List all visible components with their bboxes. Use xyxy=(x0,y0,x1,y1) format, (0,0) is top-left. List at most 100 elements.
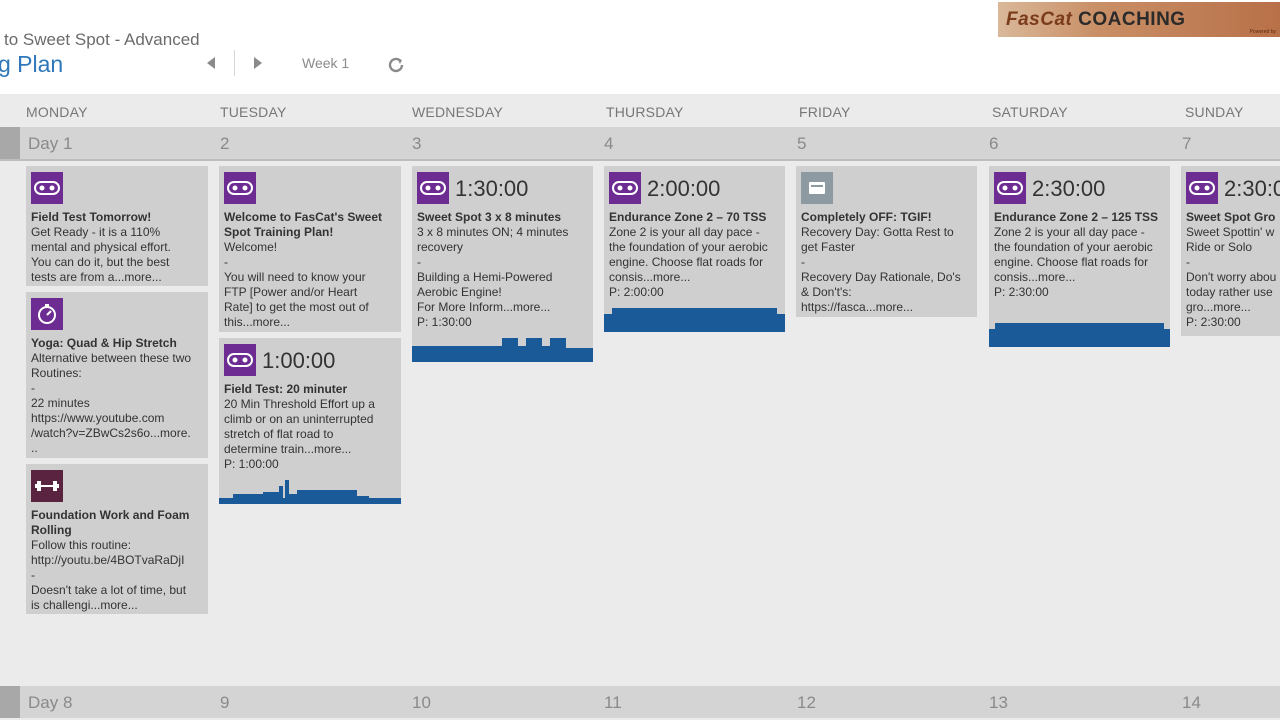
week-2-tab[interactable] xyxy=(0,686,20,718)
profile-bar xyxy=(550,338,566,362)
workout-line: the foundation of your aerobic xyxy=(994,240,1153,254)
profile-bar xyxy=(526,338,542,362)
workout-line: engine. Choose flat roads for xyxy=(609,255,764,269)
workout-title: Field Test: 20 minuter xyxy=(224,382,348,396)
calendar: MONDAY TUESDAY WEDNESDAY THURSDAY FRIDAY… xyxy=(0,94,1280,720)
workout-line: recovery xyxy=(417,240,464,254)
profile-bar xyxy=(518,346,526,362)
day-number: 4 xyxy=(604,134,614,153)
day-number: 10 xyxy=(412,693,431,712)
workout-duration: 2:30:00 xyxy=(1224,175,1280,201)
workout-line: - xyxy=(1186,255,1190,269)
workout-line: Follow this routine: xyxy=(31,538,132,552)
weekday-thursday: THURSDAY xyxy=(606,104,684,120)
workout-line: Zone 2 is your all day pace - xyxy=(994,225,1145,239)
weekday-wednesday: WEDNESDAY xyxy=(412,104,503,120)
logo-text-fascat: FasCat xyxy=(1006,8,1073,30)
weekday-tuesday: TUESDAY xyxy=(220,104,287,120)
workout-title: Sweet Spot Gro xyxy=(1186,210,1276,224)
workout-line: - xyxy=(31,568,35,582)
workout-line: - xyxy=(801,255,805,269)
profile-bar xyxy=(612,308,777,332)
workout-profile-chart xyxy=(604,306,785,332)
workout-line: this...more... xyxy=(224,315,291,329)
day-number: 14 xyxy=(1182,693,1201,712)
workout-line: You can do it, but the best xyxy=(31,255,170,269)
profile-bar xyxy=(357,496,369,504)
plan-subtitle: to Sweet Spot - Advanced xyxy=(4,30,200,49)
profile-bar xyxy=(1164,329,1170,347)
bike-icon xyxy=(1186,172,1218,204)
workout-line: Recovery Day: Gotta Rest to xyxy=(801,225,954,239)
day-number: 7 xyxy=(1182,134,1192,153)
day-number: 12 xyxy=(797,693,816,712)
workout-line: https://www.youtube.com xyxy=(31,411,165,425)
plan-title: g Plan xyxy=(0,51,64,77)
workout-line: - xyxy=(224,255,228,269)
workout-line: Sweet Spottin' w xyxy=(1186,225,1275,239)
week-1-tab[interactable] xyxy=(0,127,20,159)
logo-powered-by: Powered by xyxy=(1249,29,1276,35)
workout-line: FTP [Power and/or Heart xyxy=(224,285,358,299)
weekday-header-row: MONDAY TUESDAY WEDNESDAY THURSDAY FRIDAY… xyxy=(0,94,1280,127)
workout-line: Get Ready - it is a 110% xyxy=(31,225,161,239)
workout-line: get Faster xyxy=(801,240,856,254)
workout-line: tests are from a...more... xyxy=(31,270,162,284)
week-1-day-numbers: Day 1 2 3 4 5 6 7 xyxy=(0,127,1280,159)
profile-bar xyxy=(995,323,1164,347)
day-number: 11 xyxy=(604,693,622,712)
planned-duration: P: 1:30:00 xyxy=(417,315,472,329)
stopwatch-icon xyxy=(31,298,63,330)
next-week-button[interactable] xyxy=(247,51,269,75)
previous-week-button[interactable] xyxy=(200,51,222,75)
bed-icon xyxy=(801,172,833,204)
planned-duration: P: 2:30:00 xyxy=(994,285,1049,299)
workout-profile-chart xyxy=(989,321,1170,347)
workout-card-welcome[interactable]: Welcome to FasCat's Sweet Spot Training … xyxy=(219,166,401,332)
weekday-friday: FRIDAY xyxy=(799,104,851,120)
workout-card-endurance-125[interactable]: 2:30:00 Endurance Zone 2 – 125 TSS Zone … xyxy=(989,166,1170,347)
profile-bar xyxy=(297,490,357,504)
profile-bar xyxy=(566,348,593,362)
workout-line: 3 x 8 minutes ON; 4 minutes xyxy=(417,225,569,239)
workout-title: Yoga: Quad & Hip Stretch xyxy=(31,336,177,350)
planned-duration: P: 2:30:00 xyxy=(1186,315,1241,329)
workout-card-completely-off[interactable]: Completely OFF: TGIF! Recovery Day: Gott… xyxy=(796,166,977,317)
workout-card-field-test-tomorrow[interactable]: Field Test Tomorrow! Get Ready - it is a… xyxy=(26,166,208,286)
row-divider xyxy=(0,159,1280,161)
workout-duration: 1:00:00 xyxy=(262,347,336,373)
workout-card-field-test[interactable]: 1:00:00 Field Test: 20 minuter 20 Min Th… xyxy=(219,338,401,504)
workout-duration: 2:00:00 xyxy=(647,175,721,201)
profile-bar xyxy=(604,314,612,332)
workout-line: gro...more... xyxy=(1186,300,1251,314)
workout-card-endurance-70[interactable]: 2:00:00 Endurance Zone 2 – 70 TSS Zone 2… xyxy=(604,166,785,332)
workout-line: determine train...more... xyxy=(224,442,352,456)
workout-line: Ride or Solo xyxy=(1186,240,1253,254)
workout-line: Aerobic Engine! xyxy=(417,285,502,299)
workout-card-foundation-work[interactable]: Foundation Work and Foam Rolling Follow … xyxy=(26,464,208,614)
workout-line: - xyxy=(417,255,421,269)
profile-bar xyxy=(502,338,518,362)
workout-line: Rate] to get the most out of xyxy=(224,300,369,314)
workout-duration: 2:30:00 xyxy=(1032,175,1106,201)
day-number: 5 xyxy=(797,134,807,153)
workout-title: Field Test Tomorrow! xyxy=(31,210,152,224)
chevron-left-icon xyxy=(207,57,215,69)
planned-duration: P: 2:00:00 xyxy=(609,285,664,299)
day-number: 3 xyxy=(412,134,422,153)
workout-line: .. xyxy=(31,441,38,455)
workout-line: 20 Min Threshold Effort up a xyxy=(224,397,375,411)
bike-icon xyxy=(417,172,449,204)
workout-card-sweet-spot-3x8[interactable]: 1:30:00 Sweet Spot 3 x 8 minutes 3 x 8 m… xyxy=(412,166,593,362)
workout-line: engine. Choose flat roads for xyxy=(994,255,1149,269)
workout-card-yoga[interactable]: Yoga: Quad & Hip Stretch Alternative bet… xyxy=(26,292,208,458)
workout-title: Sweet Spot 3 x 8 minutes xyxy=(417,210,562,224)
workout-line: Routines: xyxy=(31,366,82,380)
refresh-icon[interactable] xyxy=(386,55,406,75)
dumbbell-icon xyxy=(31,470,63,502)
workout-line: http://youtu.be/4BOTvaRaDjI xyxy=(31,553,185,567)
workout-card-sweet-spot-group[interactable]: 2:30:00 Sweet Spot Gro Sweet Spottin' w … xyxy=(1181,166,1280,336)
bike-icon xyxy=(994,172,1026,204)
profile-bar xyxy=(412,346,502,362)
fascat-logo: FasCat COACHING Powered by xyxy=(998,2,1280,37)
